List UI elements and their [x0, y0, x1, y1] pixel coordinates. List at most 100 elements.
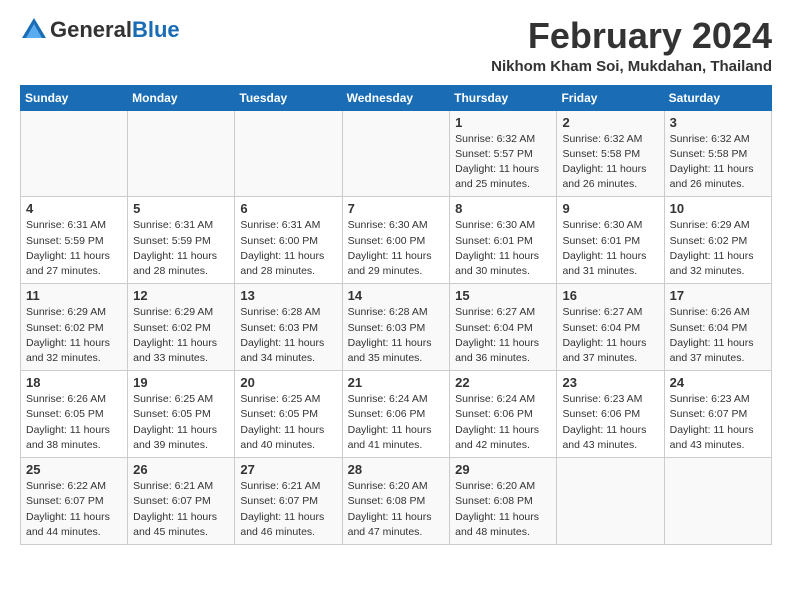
weekday-header: Sunday: [21, 85, 128, 110]
day-number: 23: [562, 375, 658, 390]
day-info: Sunrise: 6:27 AM Sunset: 6:04 PM Dayligh…: [455, 305, 551, 366]
day-info: Sunrise: 6:23 AM Sunset: 6:07 PM Dayligh…: [670, 392, 766, 453]
day-number: 8: [455, 201, 551, 216]
calendar-cell: 22 Sunrise: 6:24 AM Sunset: 6:06 PM Dayli…: [450, 371, 557, 458]
day-info: Sunrise: 6:32 AM Sunset: 5:57 PM Dayligh…: [455, 132, 551, 193]
calendar-cell: 3 Sunrise: 6:32 AM Sunset: 5:58 PM Daylig…: [664, 110, 771, 197]
calendar-cell: 21 Sunrise: 6:24 AM Sunset: 6:06 PM Dayli…: [342, 371, 450, 458]
calendar-cell: 14 Sunrise: 6:28 AM Sunset: 6:03 PM Dayli…: [342, 284, 450, 371]
logo: GeneralBlue: [20, 16, 180, 44]
calendar-cell: 28 Sunrise: 6:20 AM Sunset: 6:08 PM Dayli…: [342, 458, 450, 545]
weekday-header: Tuesday: [235, 85, 342, 110]
day-number: 24: [670, 375, 766, 390]
day-info: Sunrise: 6:31 AM Sunset: 6:00 PM Dayligh…: [240, 218, 336, 279]
calendar-cell: 9 Sunrise: 6:30 AM Sunset: 6:01 PM Daylig…: [557, 197, 664, 284]
calendar-cell: 10 Sunrise: 6:29 AM Sunset: 6:02 PM Dayli…: [664, 197, 771, 284]
day-info: Sunrise: 6:23 AM Sunset: 6:06 PM Dayligh…: [562, 392, 658, 453]
day-number: 11: [26, 288, 122, 303]
calendar-cell: 15 Sunrise: 6:27 AM Sunset: 6:04 PM Dayli…: [450, 284, 557, 371]
calendar-cell: 20 Sunrise: 6:25 AM Sunset: 6:05 PM Dayli…: [235, 371, 342, 458]
day-number: 2: [562, 115, 658, 130]
day-number: 7: [348, 201, 445, 216]
day-number: 25: [26, 462, 122, 477]
calendar-cell: 25 Sunrise: 6:22 AM Sunset: 6:07 PM Dayli…: [21, 458, 128, 545]
day-info: Sunrise: 6:30 AM Sunset: 6:01 PM Dayligh…: [562, 218, 658, 279]
calendar-cell: [128, 110, 235, 197]
calendar-cell: 24 Sunrise: 6:23 AM Sunset: 6:07 PM Dayli…: [664, 371, 771, 458]
day-info: Sunrise: 6:27 AM Sunset: 6:04 PM Dayligh…: [562, 305, 658, 366]
logo-icon: [20, 16, 48, 44]
calendar-cell: 4Sunrise: 6:31 AM Sunset: 5:59 PM Daylig…: [21, 197, 128, 284]
day-number: 4: [26, 201, 122, 216]
weekday-header: Wednesday: [342, 85, 450, 110]
calendar: SundayMondayTuesdayWednesdayThursdayFrid…: [20, 85, 772, 545]
day-info: Sunrise: 6:29 AM Sunset: 6:02 PM Dayligh…: [133, 305, 229, 366]
calendar-cell: [235, 110, 342, 197]
weekday-header: Monday: [128, 85, 235, 110]
day-info: Sunrise: 6:30 AM Sunset: 6:00 PM Dayligh…: [348, 218, 445, 279]
day-number: 12: [133, 288, 229, 303]
calendar-cell: [21, 110, 128, 197]
calendar-cell: [557, 458, 664, 545]
calendar-cell: 2 Sunrise: 6:32 AM Sunset: 5:58 PM Daylig…: [557, 110, 664, 197]
calendar-cell: 6 Sunrise: 6:31 AM Sunset: 6:00 PM Daylig…: [235, 197, 342, 284]
day-info: Sunrise: 6:21 AM Sunset: 6:07 PM Dayligh…: [240, 479, 336, 540]
calendar-cell: 13 Sunrise: 6:28 AM Sunset: 6:03 PM Dayli…: [235, 284, 342, 371]
day-number: 17: [670, 288, 766, 303]
day-number: 5: [133, 201, 229, 216]
day-number: 1: [455, 115, 551, 130]
calendar-cell: 16 Sunrise: 6:27 AM Sunset: 6:04 PM Dayli…: [557, 284, 664, 371]
day-info: Sunrise: 6:20 AM Sunset: 6:08 PM Dayligh…: [348, 479, 445, 540]
day-info: Sunrise: 6:28 AM Sunset: 6:03 PM Dayligh…: [348, 305, 445, 366]
calendar-cell: 5 Sunrise: 6:31 AM Sunset: 5:59 PM Daylig…: [128, 197, 235, 284]
title-area: February 2024 Nikhom Kham Soi, Mukdahan,…: [491, 16, 772, 75]
day-number: 28: [348, 462, 445, 477]
weekday-header: Saturday: [664, 85, 771, 110]
day-info: Sunrise: 6:22 AM Sunset: 6:07 PM Dayligh…: [26, 479, 122, 540]
calendar-cell: 29Sunrise: 6:20 AM Sunset: 6:08 PM Dayli…: [450, 458, 557, 545]
day-info: Sunrise: 6:29 AM Sunset: 6:02 PM Dayligh…: [670, 218, 766, 279]
calendar-cell: [342, 110, 450, 197]
calendar-cell: 27Sunrise: 6:21 AM Sunset: 6:07 PM Dayli…: [235, 458, 342, 545]
day-number: 9: [562, 201, 658, 216]
calendar-cell: 8 Sunrise: 6:30 AM Sunset: 6:01 PM Daylig…: [450, 197, 557, 284]
calendar-cell: 1 Sunrise: 6:32 AM Sunset: 5:57 PM Daylig…: [450, 110, 557, 197]
weekday-header: Friday: [557, 85, 664, 110]
month-title: February 2024: [491, 16, 772, 56]
day-number: 21: [348, 375, 445, 390]
day-number: 18: [26, 375, 122, 390]
day-number: 22: [455, 375, 551, 390]
calendar-cell: 7 Sunrise: 6:30 AM Sunset: 6:00 PM Daylig…: [342, 197, 450, 284]
day-number: 29: [455, 462, 551, 477]
day-number: 3: [670, 115, 766, 130]
calendar-cell: 26Sunrise: 6:21 AM Sunset: 6:07 PM Dayli…: [128, 458, 235, 545]
day-number: 16: [562, 288, 658, 303]
logo-blue-text: Blue: [132, 17, 180, 42]
calendar-cell: [664, 458, 771, 545]
day-info: Sunrise: 6:24 AM Sunset: 6:06 PM Dayligh…: [348, 392, 445, 453]
day-info: Sunrise: 6:28 AM Sunset: 6:03 PM Dayligh…: [240, 305, 336, 366]
day-number: 20: [240, 375, 336, 390]
day-number: 6: [240, 201, 336, 216]
day-info: Sunrise: 6:26 AM Sunset: 6:04 PM Dayligh…: [670, 305, 766, 366]
day-info: Sunrise: 6:24 AM Sunset: 6:06 PM Dayligh…: [455, 392, 551, 453]
logo-general-text: General: [50, 17, 132, 42]
day-info: Sunrise: 6:32 AM Sunset: 5:58 PM Dayligh…: [670, 132, 766, 193]
calendar-cell: 17 Sunrise: 6:26 AM Sunset: 6:04 PM Dayli…: [664, 284, 771, 371]
day-number: 14: [348, 288, 445, 303]
day-number: 10: [670, 201, 766, 216]
calendar-cell: 12 Sunrise: 6:29 AM Sunset: 6:02 PM Dayli…: [128, 284, 235, 371]
day-info: Sunrise: 6:21 AM Sunset: 6:07 PM Dayligh…: [133, 479, 229, 540]
day-info: Sunrise: 6:25 AM Sunset: 6:05 PM Dayligh…: [240, 392, 336, 453]
day-info: Sunrise: 6:25 AM Sunset: 6:05 PM Dayligh…: [133, 392, 229, 453]
calendar-cell: 23 Sunrise: 6:23 AM Sunset: 6:06 PM Dayli…: [557, 371, 664, 458]
calendar-cell: 19Sunrise: 6:25 AM Sunset: 6:05 PM Dayli…: [128, 371, 235, 458]
day-number: 13: [240, 288, 336, 303]
day-info: Sunrise: 6:30 AM Sunset: 6:01 PM Dayligh…: [455, 218, 551, 279]
weekday-header: Thursday: [450, 85, 557, 110]
calendar-cell: 11Sunrise: 6:29 AM Sunset: 6:02 PM Dayli…: [21, 284, 128, 371]
location-subtitle: Nikhom Kham Soi, Mukdahan, Thailand: [491, 58, 772, 75]
day-number: 15: [455, 288, 551, 303]
day-info: Sunrise: 6:32 AM Sunset: 5:58 PM Dayligh…: [562, 132, 658, 193]
day-info: Sunrise: 6:31 AM Sunset: 5:59 PM Dayligh…: [133, 218, 229, 279]
